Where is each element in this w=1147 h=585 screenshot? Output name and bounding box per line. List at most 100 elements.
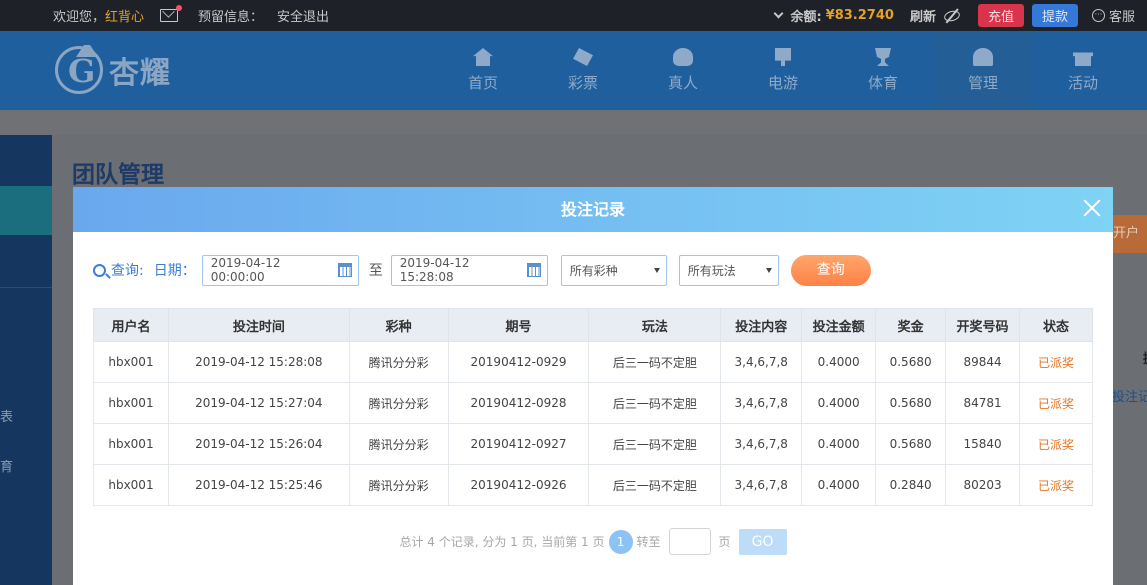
bet-records-modal: 投注记录 查询: 日期： 2019-04-12 00:00:00 至 2019-… bbox=[73, 187, 1113, 585]
lottery-icon bbox=[573, 48, 593, 66]
cell-amount: 0.4000 bbox=[801, 464, 877, 506]
nav-label: 彩票 bbox=[567, 74, 598, 92]
calendar-icon[interactable] bbox=[526, 263, 541, 277]
cell-status: 已派奖 bbox=[1019, 464, 1093, 506]
nav-item-home[interactable]: 首页 bbox=[433, 31, 533, 110]
column-header: 投注内容 bbox=[720, 308, 803, 342]
lottery-type-select[interactable]: 所有彩种 bbox=[560, 254, 667, 286]
nav-item-lottery[interactable]: 彩票 bbox=[533, 31, 633, 110]
live-dealer-icon bbox=[673, 48, 693, 66]
play-type-value: 所有玩法 bbox=[687, 263, 736, 278]
cell-issue: 20190412-0929 bbox=[447, 341, 590, 383]
table-row: hbx001 2019-04-12 15:26:04 腾讯分分彩 2019041… bbox=[93, 423, 1093, 465]
cell-prize: 0.2840 bbox=[875, 464, 947, 506]
query-button[interactable]: 查询 bbox=[790, 254, 871, 286]
cell-draw-number: 84781 bbox=[945, 382, 1021, 424]
home-icon bbox=[473, 48, 493, 66]
date-label: 日期： bbox=[153, 263, 196, 279]
welcome-text: 欢迎您， bbox=[53, 10, 106, 25]
bet-records-table: 用户名 投注时间 彩种 期号 玩法 投注内容 投注金额 奖金 开奖号码 状态 h… bbox=[93, 308, 1093, 506]
cell-content: 3,4,6,7,8 bbox=[720, 423, 803, 465]
chevron-down-icon[interactable] bbox=[774, 8, 784, 19]
go-button[interactable]: GO bbox=[738, 528, 787, 555]
top-bar: 欢迎您， 红背心 预留信息： 安全退出 余额: ¥83.2740 刷新 充值 提… bbox=[0, 0, 1147, 31]
date-from-input[interactable]: 2019-04-12 00:00:00 bbox=[201, 254, 359, 286]
cell-amount: 0.4000 bbox=[801, 382, 877, 424]
nav-item-slots[interactable]: 电游 bbox=[733, 31, 833, 110]
modal-title: 投注记录 bbox=[560, 200, 625, 219]
users-icon bbox=[973, 48, 993, 66]
nav-item-live[interactable]: 真人 bbox=[633, 31, 733, 110]
customer-service-link[interactable]: ··· 客服 bbox=[1091, 6, 1135, 25]
date-from-value: 2019-04-12 00:00:00 bbox=[210, 256, 281, 284]
cell-lottery: 腾讯分分彩 bbox=[348, 382, 449, 424]
mail-icon[interactable] bbox=[160, 5, 183, 22]
background-text: 握 bbox=[1143, 348, 1147, 367]
sidebar-divider bbox=[0, 287, 52, 288]
site-logo[interactable]: 杏耀 bbox=[55, 37, 200, 103]
page-jump-input[interactable] bbox=[668, 528, 711, 555]
cell-lottery: 腾讯分分彩 bbox=[348, 423, 449, 465]
cell-username: hbx001 bbox=[93, 423, 169, 465]
column-header: 玩法 bbox=[588, 308, 722, 342]
sidebar-item-active[interactable] bbox=[0, 186, 52, 235]
lottery-type-value: 所有彩种 bbox=[569, 263, 618, 278]
nav-label: 体育 bbox=[867, 74, 898, 92]
cell-bet-time: 2019-04-12 15:26:04 bbox=[167, 423, 350, 465]
background-link[interactable]: 投注记录 bbox=[1112, 386, 1147, 405]
cell-issue: 20190412-0927 bbox=[447, 423, 590, 465]
nav-label: 电游 bbox=[767, 74, 798, 92]
nav-label: 真人 bbox=[667, 74, 698, 92]
reserve-info-label: 预留信息： bbox=[198, 10, 264, 25]
open-account-button[interactable]: 开户 bbox=[1113, 215, 1147, 253]
pagination-summary: 总计 4 个记录, 分为 1 页, 当前第 1 页 bbox=[399, 535, 605, 549]
table-row: hbx001 2019-04-12 15:27:04 腾讯分分彩 2019041… bbox=[93, 382, 1093, 424]
date-to-input[interactable]: 2019-04-12 15:28:08 bbox=[390, 254, 548, 286]
page-number-current[interactable]: 1 bbox=[608, 529, 633, 554]
cell-status: 已派奖 bbox=[1019, 382, 1093, 424]
table-header-row: 用户名 投注时间 彩种 期号 玩法 投注内容 投注金额 奖金 开奖号码 状态 bbox=[93, 308, 1093, 342]
nav-item-manage[interactable]: 管理 bbox=[933, 31, 1033, 110]
sidebar-item-label[interactable]: 表 bbox=[0, 406, 13, 425]
sidebar-item-label[interactable]: 育 bbox=[0, 456, 13, 475]
customer-service-label: 客服 bbox=[1108, 10, 1135, 25]
nav-item-activity[interactable]: 活动 bbox=[1033, 31, 1133, 110]
close-icon[interactable] bbox=[1083, 199, 1101, 217]
gift-icon bbox=[1073, 52, 1093, 66]
logout-link[interactable]: 安全退出 bbox=[277, 6, 329, 25]
sidebar: 表 育 bbox=[0, 135, 52, 585]
dropdown-arrow-icon bbox=[765, 267, 772, 273]
withdraw-button[interactable]: 提款 bbox=[1031, 4, 1078, 27]
column-header: 开奖号码 bbox=[945, 308, 1021, 342]
recharge-button[interactable]: 充值 bbox=[977, 4, 1024, 27]
cell-username: hbx001 bbox=[93, 464, 169, 506]
play-type-select[interactable]: 所有玩法 bbox=[678, 254, 779, 286]
calendar-icon[interactable] bbox=[337, 263, 352, 277]
username[interactable]: 红背心 bbox=[105, 6, 144, 25]
cell-lottery: 腾讯分分彩 bbox=[348, 464, 449, 506]
cell-status: 已派奖 bbox=[1019, 341, 1093, 383]
logo-emblem-icon bbox=[55, 45, 103, 94]
nav-item-sports[interactable]: 体育 bbox=[833, 31, 933, 110]
hide-balance-icon[interactable] bbox=[942, 8, 961, 23]
main-nav: 首页 彩票 真人 电游 体育 管理 活动 bbox=[433, 31, 1133, 110]
cell-content: 3,4,6,7,8 bbox=[720, 341, 803, 383]
sub-header-strip bbox=[0, 110, 1147, 135]
date-to-value: 2019-04-12 15:28:08 bbox=[399, 256, 470, 284]
modal-header: 投注记录 bbox=[73, 187, 1113, 232]
refresh-button[interactable]: 刷新 bbox=[910, 6, 936, 25]
cell-status: 已派奖 bbox=[1019, 423, 1093, 465]
cell-prize: 0.5680 bbox=[875, 341, 947, 383]
pagination: 总计 4 个记录, 分为 1 页, 当前第 1 页 1 转至 页 GO bbox=[73, 528, 1113, 555]
page-title: 团队管理 bbox=[72, 162, 164, 188]
chat-icon: ··· bbox=[1091, 9, 1105, 22]
cell-play: 后三一码不定胆 bbox=[588, 341, 722, 383]
to-label: 至 bbox=[368, 263, 383, 279]
table-row: hbx001 2019-04-12 15:28:08 腾讯分分彩 2019041… bbox=[93, 341, 1093, 383]
page-unit-label: 页 bbox=[718, 535, 731, 549]
table-row: hbx001 2019-04-12 15:25:46 腾讯分分彩 2019041… bbox=[93, 464, 1093, 506]
cell-content: 3,4,6,7,8 bbox=[720, 382, 803, 424]
main-header: 杏耀 首页 彩票 真人 电游 体育 管理 活动 bbox=[0, 31, 1147, 110]
column-header: 期号 bbox=[447, 308, 590, 342]
cell-bet-time: 2019-04-12 15:25:46 bbox=[167, 464, 350, 506]
